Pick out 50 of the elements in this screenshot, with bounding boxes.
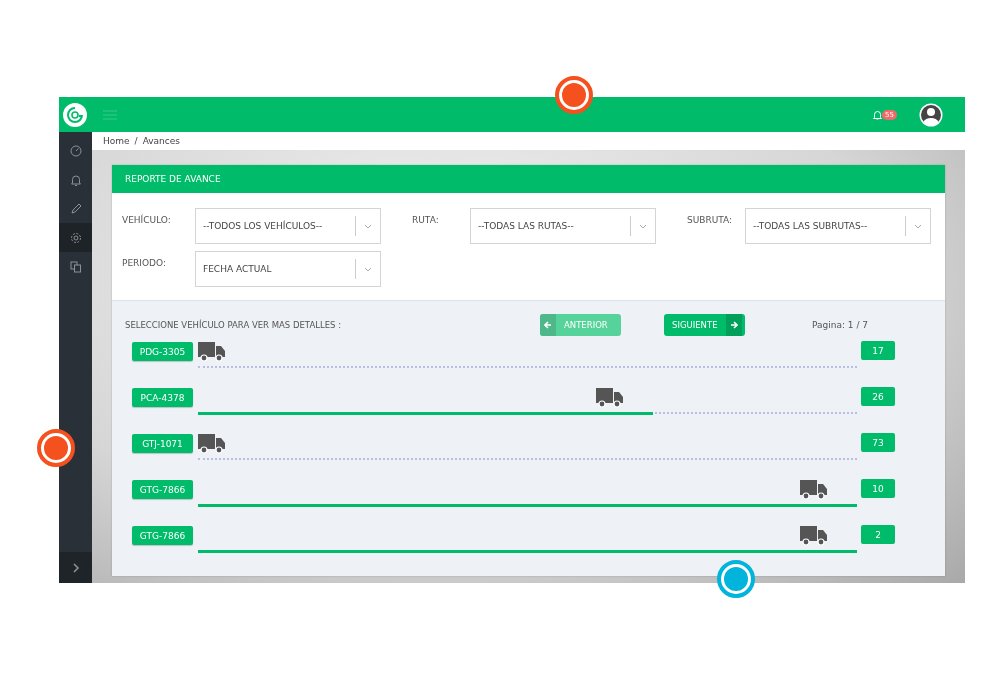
select-field[interactable]: --TODAS LAS RUTAS--	[470, 208, 656, 244]
breadcrumb-link[interactable]: Home	[103, 136, 130, 146]
select-field[interactable]: --TODOS LOS VEHÍCULOS--	[195, 208, 381, 244]
vehicle-plate-button[interactable]: PCA-4378	[132, 388, 193, 407]
truck-icon[interactable]	[198, 342, 225, 362]
card-header: REPORTE DE AVANCE	[112, 165, 945, 193]
count-badge: 26	[861, 387, 895, 406]
caret-icon	[639, 223, 647, 229]
filter-label: PERIODO:	[122, 257, 167, 268]
breadcrumb-link[interactable]: Avances	[142, 136, 180, 146]
filter-label: RUTA:	[412, 214, 440, 225]
next-button[interactable]: SIGUIENTE	[664, 314, 745, 336]
page-indicator: Pagina: 1 / 7	[812, 320, 869, 330]
chevron-right-icon	[71, 562, 80, 573]
avatar-icon[interactable]	[919, 102, 943, 127]
arrow-right-icon	[729, 321, 738, 329]
vehicle-plate-button[interactable]: PDG-3305	[132, 342, 193, 361]
bell-icon	[69, 173, 82, 186]
breadcrumb-separator: /	[134, 136, 138, 146]
pencil-icon	[69, 202, 82, 215]
select-field[interactable]: FECHA ACTUAL	[195, 251, 381, 287]
select-field[interactable]: --TODAS LAS SUBRUTAS--	[745, 208, 931, 244]
caret-icon	[364, 266, 372, 272]
sidebar-item[interactable]	[59, 223, 92, 252]
logo-icon[interactable]	[63, 102, 87, 127]
vehicle-plate-button[interactable]: GTG-7866	[132, 480, 193, 499]
bell-icon[interactable]	[873, 109, 883, 120]
sidebar-toggle-button[interactable]	[59, 552, 92, 583]
hotspot-marker[interactable]	[717, 560, 755, 598]
caret-icon	[914, 223, 922, 229]
gauge-icon	[69, 144, 82, 157]
vehicle-plate-button[interactable]: GTG-7866	[132, 526, 193, 545]
copy-icon	[69, 260, 82, 273]
count-badge: 10	[861, 479, 895, 498]
hotspot-marker[interactable]	[37, 429, 75, 467]
truck-icon[interactable]	[595, 388, 623, 408]
filter-label: SUBRUTA:	[687, 214, 734, 225]
truck-icon[interactable]	[800, 526, 827, 546]
settings-icon	[69, 231, 82, 244]
truck-icon[interactable]	[800, 480, 827, 500]
truck-icon[interactable]	[198, 434, 225, 454]
filter-label: VEHÍCULO:	[122, 213, 172, 225]
caret-icon	[364, 223, 372, 229]
arrow-left-icon	[544, 321, 552, 329]
count-badge: 73	[861, 433, 895, 452]
instruction-text: SELECCIONE VEHÍCULO PARA VER MAS DETALLES :	[125, 320, 342, 330]
vehicle-plate-button[interactable]: GTJ-1071	[132, 434, 193, 453]
hotspot-marker[interactable]	[555, 76, 593, 114]
count-badge: 2	[861, 525, 895, 544]
count-badge: 17	[861, 341, 895, 360]
